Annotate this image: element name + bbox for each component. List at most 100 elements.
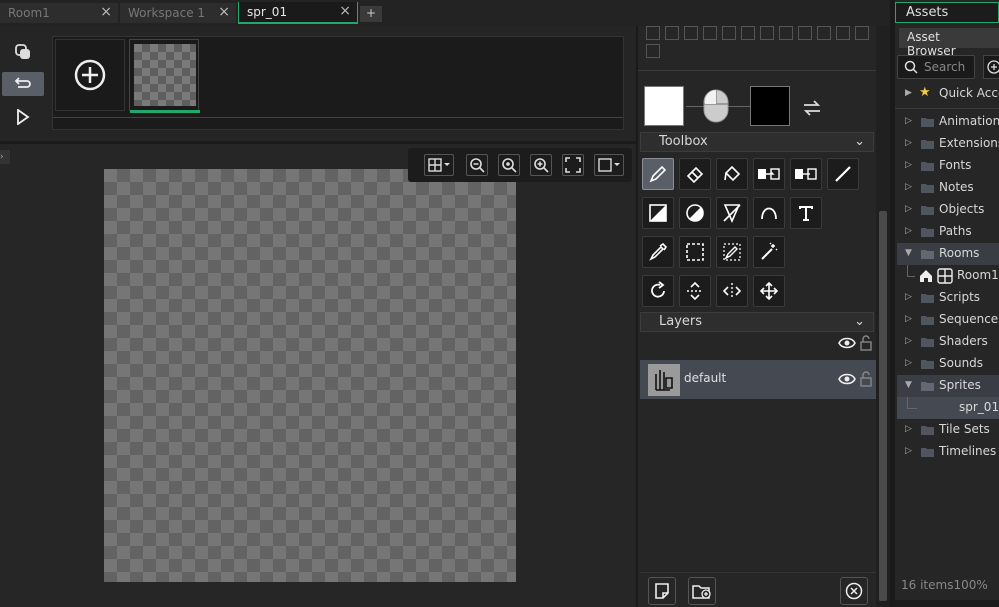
- assets-panel: Assets Asset Browser Search ▶ ★ Quick Ac…: [890, 0, 999, 607]
- tree-group-timelines[interactable]: ▷ Timelines: [897, 441, 999, 463]
- text-tool[interactable]: [790, 197, 822, 229]
- secondary-color-swatch[interactable]: [750, 86, 790, 126]
- play-button[interactable]: [2, 105, 44, 129]
- color-replace-tool[interactable]: [753, 158, 785, 190]
- create-asset-button[interactable]: [983, 55, 999, 79]
- tree-group-rooms[interactable]: ▼ Rooms: [897, 243, 999, 265]
- loop-button[interactable]: [2, 72, 44, 96]
- polygon-tool[interactable]: [716, 197, 748, 229]
- add-layer-button[interactable]: [648, 577, 676, 605]
- palette-swatch[interactable]: [703, 26, 717, 40]
- fit-view-button[interactable]: [562, 154, 584, 176]
- eraser-tool[interactable]: [679, 158, 711, 190]
- palette-swatch[interactable]: [741, 26, 755, 40]
- flip-vertical-tool[interactable]: [679, 275, 711, 307]
- expand-arrow-icon: ▷: [905, 314, 912, 324]
- zoom-in-button[interactable]: [530, 154, 552, 176]
- delete-layer-button[interactable]: [840, 577, 868, 605]
- lock-icon[interactable]: [860, 371, 872, 387]
- layer-actions: [640, 572, 876, 607]
- collapse-panel-button[interactable]: ›: [0, 150, 10, 164]
- select-color-tool[interactable]: [716, 236, 748, 268]
- rotate-tool[interactable]: [642, 275, 674, 307]
- onion-skin-button[interactable]: [2, 40, 44, 64]
- background-toggle-button[interactable]: [594, 154, 624, 176]
- tree-group-scripts[interactable]: ▷ Scripts: [897, 287, 999, 309]
- palette-swatch[interactable]: [722, 26, 736, 40]
- layer-row[interactable]: default: [640, 360, 876, 399]
- lock-icon[interactable]: [860, 335, 872, 351]
- swap-colors-icon[interactable]: [800, 98, 824, 118]
- asset-spr-01[interactable]: spr_01: [897, 397, 999, 419]
- select-tool[interactable]: [679, 236, 711, 268]
- palette-swatch[interactable]: [836, 26, 850, 40]
- timeline-ruler[interactable]: [53, 117, 623, 129]
- add-layer-folder-button[interactable]: [688, 577, 716, 605]
- pencil-tool[interactable]: [642, 158, 674, 190]
- add-tab-button[interactable]: +: [360, 6, 382, 22]
- tree-group-paths[interactable]: ▷ Paths: [897, 221, 999, 243]
- collapse-arrow-icon: ▼: [905, 248, 912, 258]
- eye-icon[interactable]: [838, 336, 856, 350]
- palette-swatch[interactable]: [665, 26, 679, 40]
- close-icon[interactable]: ×: [218, 4, 230, 20]
- tree-group-objects[interactable]: ▷ Objects: [897, 199, 999, 221]
- quick-access-group[interactable]: ▶ ★ Quick Access: [897, 83, 999, 105]
- replace-all-tool[interactable]: [790, 158, 822, 190]
- tab-spr-01[interactable]: spr_01 ×: [238, 2, 358, 24]
- zoom-out-icon: [470, 158, 485, 173]
- layers-header[interactable]: Layers ⌄: [640, 312, 874, 332]
- palette-swatch[interactable]: [684, 26, 698, 40]
- rectangle-tool[interactable]: [642, 197, 674, 229]
- close-icon[interactable]: ×: [339, 3, 351, 19]
- frame-thumbnail[interactable]: [129, 39, 200, 113]
- flip-horizontal-tool[interactable]: [716, 275, 748, 307]
- select-color-icon: [723, 243, 741, 261]
- fill-tool[interactable]: [716, 158, 748, 190]
- tab-workspace-1[interactable]: Workspace 1 ×: [120, 3, 236, 23]
- tree-group-extensions[interactable]: ▷ Extensions: [897, 133, 999, 155]
- close-icon[interactable]: ×: [100, 4, 112, 20]
- color-picker-tool[interactable]: [642, 236, 674, 268]
- palette-swatch[interactable]: [646, 44, 660, 58]
- palette-swatch[interactable]: [855, 26, 869, 40]
- ellipse-tool[interactable]: [679, 197, 711, 229]
- expand-arrow-icon: ▷: [905, 116, 912, 126]
- curve-tool[interactable]: [753, 197, 785, 229]
- magic-wand-tool[interactable]: [753, 236, 785, 268]
- palette-swatch[interactable]: [646, 26, 660, 40]
- tree-group-fonts[interactable]: ▷ Fonts: [897, 155, 999, 177]
- move-tool[interactable]: [753, 275, 785, 307]
- add-frame-button[interactable]: [55, 39, 125, 111]
- tree-group-tile-sets[interactable]: ▷ Tile Sets: [897, 419, 999, 441]
- tree-group-sounds[interactable]: ▷ Sounds: [897, 353, 999, 375]
- tree-group-shaders[interactable]: ▷ Shaders: [897, 331, 999, 353]
- asset-browser-tab[interactable]: Asset Browser: [899, 28, 999, 58]
- palette-swatch[interactable]: [760, 26, 774, 40]
- zoom-reset-button[interactable]: [498, 154, 520, 176]
- tree-group-sequences[interactable]: ▷ Sequences: [897, 309, 999, 331]
- eye-icon[interactable]: [838, 372, 856, 386]
- tree-group-notes[interactable]: ▷ Notes: [897, 177, 999, 199]
- palette-swatch[interactable]: [798, 26, 812, 40]
- assets-scrollbar[interactable]: [895, 600, 999, 607]
- primary-color-swatch[interactable]: [644, 86, 684, 126]
- tree-group-animation-curves[interactable]: ▷ Animation Curves: [897, 111, 999, 133]
- asset-search-input[interactable]: Search: [897, 55, 975, 79]
- tab-room1[interactable]: Room1 ×: [0, 3, 118, 23]
- toolbox-header[interactable]: Toolbox ⌄: [640, 132, 874, 152]
- sprite-canvas[interactable]: [104, 169, 516, 582]
- scrollbar-thumb[interactable]: [879, 211, 887, 601]
- expand-arrow-icon: ▷: [905, 204, 912, 214]
- palette-swatch[interactable]: [817, 26, 831, 40]
- assets-panel-title[interactable]: Assets: [895, 2, 999, 23]
- zoom-out-button[interactable]: [466, 154, 488, 176]
- palette-swatch[interactable]: [779, 26, 793, 40]
- folder-icon: [921, 448, 934, 457]
- tree-group-sprites[interactable]: ▼ Sprites: [897, 375, 999, 397]
- line-tool[interactable]: [827, 158, 859, 190]
- frame-selection-indicator: [130, 110, 200, 113]
- grid-toggle-button[interactable]: [424, 154, 454, 176]
- asset-room1[interactable]: Room1: [897, 265, 999, 287]
- tools-scrollbar[interactable]: [876, 26, 890, 607]
